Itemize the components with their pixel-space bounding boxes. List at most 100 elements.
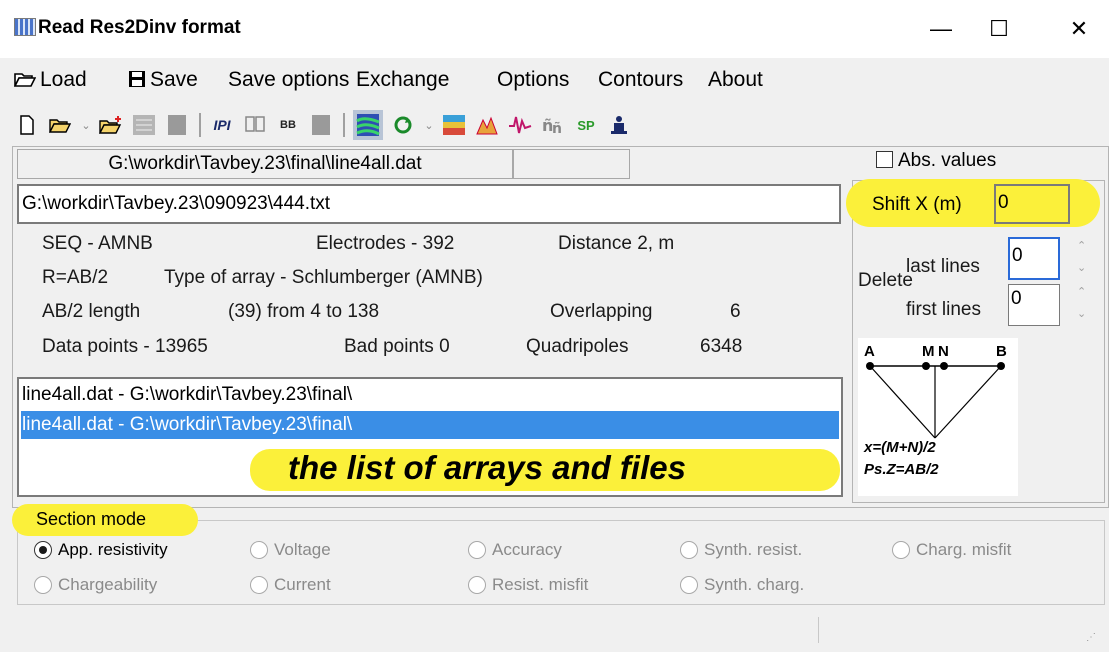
- radio-label: Synth. resist.: [704, 540, 803, 559]
- quadripoles-value: 6348: [700, 336, 743, 357]
- window-title: Read Res2Dinv format: [38, 17, 241, 38]
- chevron-down-icon[interactable]: ⌄: [423, 119, 435, 132]
- checkbox-box[interactable]: [876, 151, 893, 168]
- contour-map-icon[interactable]: [353, 110, 383, 140]
- radio-synth-resist[interactable]: Synth. resist.: [680, 540, 802, 560]
- add-folder-icon[interactable]: [98, 112, 124, 138]
- menu-load[interactable]: Load: [13, 68, 87, 94]
- last-lines-down-icon[interactable]: ⌄: [1077, 262, 1086, 274]
- bb-new-icon[interactable]: BB: [275, 112, 301, 138]
- columns-icon[interactable]: [242, 112, 268, 138]
- list-item-selected[interactable]: line4all.dat - G:\workdir\Tavbey.23\fina…: [21, 411, 839, 439]
- last-lines-up-icon[interactable]: ⌃: [1077, 240, 1086, 252]
- figures-icon[interactable]: ññ: [540, 112, 566, 138]
- section-colors-icon[interactable]: [441, 112, 467, 138]
- ab2-range-info: (39) from 4 to 138: [228, 301, 380, 322]
- radio-label: Chargeability: [58, 575, 158, 594]
- secondary-path-display: [513, 149, 630, 179]
- electrode-b-label: B: [996, 343, 1007, 360]
- radio-label: Accuracy: [492, 540, 562, 559]
- resize-grip-icon[interactable]: ⋰: [1086, 632, 1096, 643]
- radio-label: Voltage: [274, 540, 331, 559]
- last-lines-input[interactable]: 0: [1008, 237, 1060, 280]
- radio-dot[interactable]: [680, 576, 698, 594]
- block-disabled-icon[interactable]: [164, 112, 190, 138]
- radio-charg-misfit[interactable]: Charg. misfit: [892, 540, 1011, 560]
- close-button[interactable]: ✕: [1050, 0, 1108, 58]
- sp-icon[interactable]: SP: [573, 112, 599, 138]
- formula-z: Ps.Z=AB/2: [864, 461, 939, 478]
- radio-dot[interactable]: [892, 541, 910, 559]
- r-info: R=AB/2: [42, 267, 109, 288]
- radio-dot[interactable]: [34, 541, 52, 559]
- toolbar: ⌄ IPI BB ⌄ ññ SP: [14, 110, 639, 140]
- app-icon: [14, 18, 36, 36]
- file-path-input[interactable]: G:\workdir\Tavbey.23\090923\444.txt: [17, 184, 841, 224]
- ipi-icon[interactable]: IPI: [209, 112, 235, 138]
- chevron-down-icon[interactable]: ⌄: [80, 119, 92, 132]
- radio-chargeability[interactable]: Chargeability: [34, 575, 157, 595]
- radio-app-resistivity[interactable]: App. resistivity: [34, 540, 168, 560]
- overlapping-value: 6: [730, 301, 741, 322]
- block2-disabled-icon[interactable]: [308, 112, 334, 138]
- bad-points-info: Bad points 0: [344, 336, 450, 357]
- menu-save[interactable]: Save: [128, 68, 198, 94]
- radio-voltage[interactable]: Voltage: [250, 540, 331, 560]
- maximize-button[interactable]: ☐: [970, 0, 1028, 58]
- radio-dot[interactable]: [250, 541, 268, 559]
- new-file-icon[interactable]: [14, 112, 40, 138]
- electrodes-info: Electrodes - 392: [316, 233, 455, 254]
- menu-load-label: Load: [40, 68, 87, 91]
- quadripoles-label: Quadripoles: [526, 336, 629, 357]
- current-path-display: G:\workdir\Tavbey.23\final\line4all.dat: [17, 149, 513, 179]
- minimize-button[interactable]: —: [912, 0, 970, 58]
- seq-info: SEQ - AMNB: [42, 233, 153, 254]
- svg-text:ñ: ñ: [552, 121, 562, 136]
- delete-label: Delete: [858, 270, 913, 291]
- radio-dot[interactable]: [468, 576, 486, 594]
- first-lines-label: first lines: [906, 299, 981, 320]
- menu-contours[interactable]: Contours: [598, 68, 683, 92]
- first-lines-down-icon[interactable]: ⌄: [1077, 308, 1086, 320]
- distance-info: Distance 2, m: [558, 233, 675, 254]
- electrode-n-label: N: [938, 343, 949, 360]
- radio-dot[interactable]: [680, 541, 698, 559]
- radio-accuracy[interactable]: Accuracy: [468, 540, 562, 560]
- radio-label: Synth. charg.: [704, 575, 805, 594]
- array-diagram: A M N B x=(M+N)/2 Ps.Z=AB/2: [858, 338, 1018, 496]
- radio-label: App. resistivity: [58, 540, 168, 559]
- radio-current[interactable]: Current: [250, 575, 331, 595]
- person-icon[interactable]: [606, 112, 632, 138]
- folder-open-icon: [13, 70, 37, 94]
- radio-synth-charg[interactable]: Synth. charg.: [680, 575, 804, 595]
- abs-values-checkbox[interactable]: Abs. values: [876, 150, 996, 172]
- toolbar-separator: [199, 113, 201, 137]
- formula-x: x=(M+N)/2: [863, 439, 936, 456]
- radio-dot[interactable]: [250, 576, 268, 594]
- radio-dot[interactable]: [34, 576, 52, 594]
- menu-save-options[interactable]: Save options: [228, 68, 349, 92]
- peaks-icon[interactable]: [474, 112, 500, 138]
- waveform-icon[interactable]: [507, 112, 533, 138]
- grid-disabled-icon[interactable]: [131, 112, 157, 138]
- menu-options[interactable]: Options: [497, 68, 569, 92]
- radio-dot[interactable]: [468, 541, 486, 559]
- abs-values-label: Abs. values: [898, 150, 997, 171]
- menu-exchange[interactable]: Exchange: [356, 68, 449, 92]
- menu-bar: Load Save Save options Exchange Options …: [0, 62, 1109, 98]
- electrode-m-label: M: [922, 343, 935, 360]
- floppy-disk-icon: [128, 70, 146, 94]
- shift-x-label: Shift X (m): [872, 194, 962, 215]
- first-lines-input[interactable]: 0: [1008, 284, 1060, 326]
- first-lines-up-icon[interactable]: ⌃: [1077, 286, 1086, 298]
- open-folder-icon[interactable]: [47, 112, 73, 138]
- overlapping-label: Overlapping: [550, 301, 653, 322]
- shift-x-input[interactable]: 0: [994, 184, 1070, 224]
- menu-about[interactable]: About: [708, 68, 763, 92]
- list-item[interactable]: line4all.dat - G:\workdir\Tavbey.23\fina…: [21, 381, 839, 409]
- status-separator: [818, 617, 819, 643]
- refresh-icon[interactable]: [390, 112, 416, 138]
- section-mode-title: Section mode: [36, 509, 147, 529]
- radio-label: Current: [274, 575, 331, 594]
- radio-resist-misfit[interactable]: Resist. misfit: [468, 575, 588, 595]
